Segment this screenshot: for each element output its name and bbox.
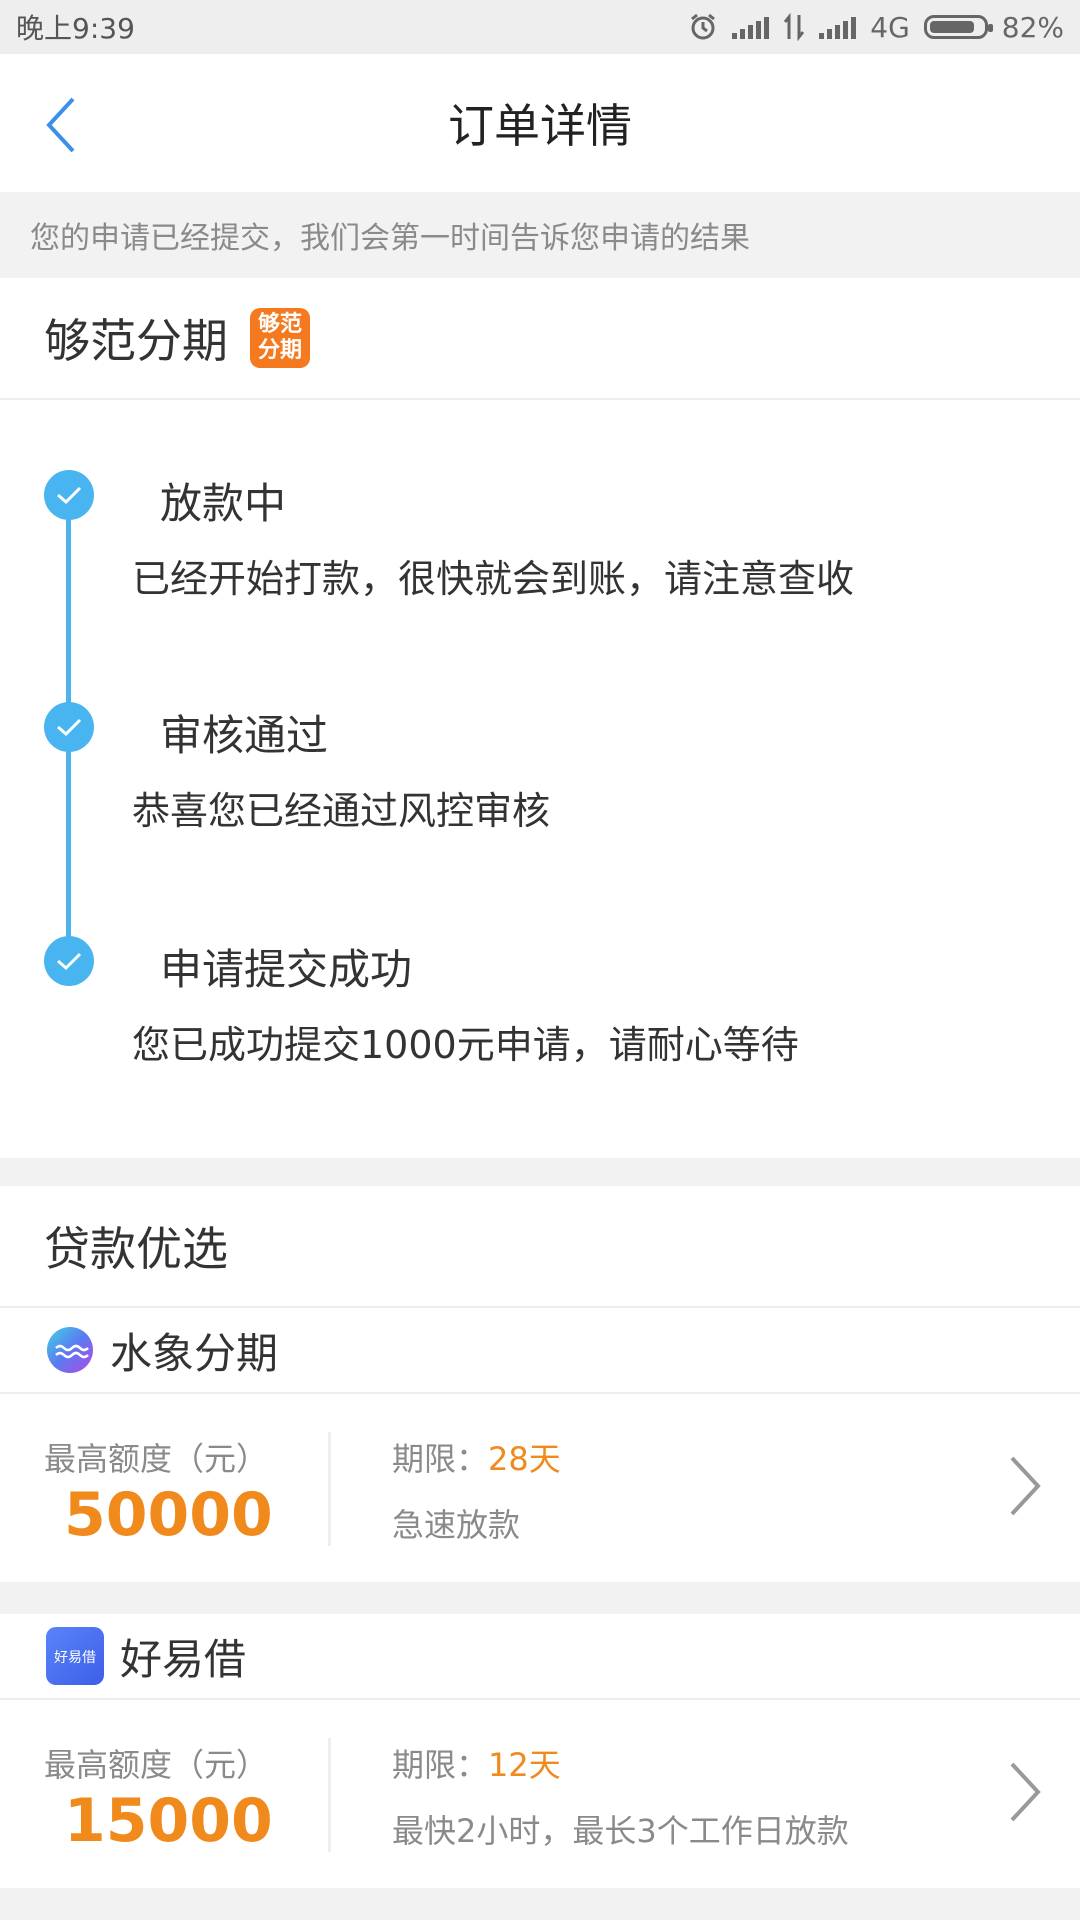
- term: 期限：12天: [392, 1740, 561, 1786]
- divider: [328, 1432, 331, 1546]
- water-wave-icon: [47, 1327, 93, 1373]
- product-card[interactable]: 最高额度（元） 15000 期限：12天 最快2小时，最长3个工作日放款: [0, 1702, 1080, 1888]
- product-header[interactable]: 好易借 好易借: [0, 1614, 1080, 1700]
- section-gap: [0, 1888, 1080, 1920]
- timeline-step-title: 放款中: [160, 479, 287, 528]
- product-card[interactable]: 最高额度（元） 50000 期限：28天 急速放款: [0, 1396, 1080, 1582]
- timeline-step-desc: 您已成功提交1000元申请，请耐心等待: [132, 1023, 799, 1067]
- back-button[interactable]: [26, 90, 96, 160]
- timeline-step-title: 申请提交成功: [160, 945, 413, 994]
- header: 订单详情: [0, 54, 1080, 192]
- product-feature: 最快2小时，最长3个工作日放款: [392, 1812, 849, 1850]
- amount-label: 最高额度（元）: [44, 1440, 269, 1478]
- term-value: 12天: [488, 1746, 561, 1784]
- signal-icon: [732, 15, 770, 39]
- battery-percent: 82%: [1001, 10, 1064, 44]
- lender-name: 够范分期: [44, 314, 228, 368]
- term-label: 期限：: [392, 1746, 489, 1784]
- product-name: 好易借: [120, 1634, 247, 1684]
- product-logo-text: 好易借: [54, 1650, 96, 1666]
- term-value: 28天: [488, 1440, 561, 1478]
- status-bar: 晚上9:39 4G 82%: [0, 0, 1080, 54]
- order-timeline: 放款中 已经开始打款，很快就会到账，请注意查收 审核通过 恭喜您已经通过风控审核…: [0, 400, 1080, 1158]
- haoyijie-logo: 好易借: [46, 1627, 104, 1685]
- data-transfer-icon: [784, 13, 805, 41]
- term: 期限：28天: [392, 1434, 561, 1480]
- chevron-left-icon: [46, 97, 75, 153]
- amount-value: 50000: [64, 1480, 273, 1550]
- amount-label: 最高额度（元）: [44, 1746, 269, 1784]
- battery-icon: [923, 15, 993, 39]
- section-gap: [0, 1582, 1080, 1614]
- status-time: 晚上9:39: [16, 12, 135, 45]
- timeline-step-title: 审核通过: [160, 711, 329, 760]
- recommend-title: 贷款优选: [0, 1186, 1080, 1308]
- term-label: 期限：: [392, 1440, 489, 1478]
- product-feature: 急速放款: [392, 1506, 521, 1544]
- check-icon: [44, 702, 94, 752]
- product-name: 水象分期: [110, 1328, 279, 1378]
- lender-logo-line2: 分期: [257, 338, 302, 363]
- alarm-icon: [691, 13, 716, 40]
- lender-logo: 够范 分期: [250, 308, 310, 368]
- timeline-step-desc: 已经开始打款，很快就会到账，请注意查收: [132, 557, 855, 601]
- check-icon: [44, 470, 94, 520]
- section-gap: [0, 1158, 1080, 1186]
- signal-icon: [819, 15, 857, 39]
- chevron-right-icon[interactable]: [1004, 1760, 1044, 1824]
- network-type: 4G: [870, 10, 910, 44]
- submission-notice: 您的申请已经提交，我们会第一时间告诉您申请的结果: [0, 192, 1080, 278]
- page-title: 订单详情: [448, 99, 632, 153]
- timeline-step-desc: 恭喜您已经通过风控审核: [132, 789, 551, 833]
- check-icon: [44, 936, 94, 986]
- chevron-right-icon[interactable]: [1004, 1454, 1044, 1518]
- lender-header: 够范分期 够范 分期: [0, 278, 1080, 400]
- amount-value: 15000: [64, 1786, 273, 1856]
- divider: [328, 1738, 331, 1852]
- lender-logo-line1: 够范: [257, 312, 302, 337]
- product-header[interactable]: 水象分期: [0, 1308, 1080, 1394]
